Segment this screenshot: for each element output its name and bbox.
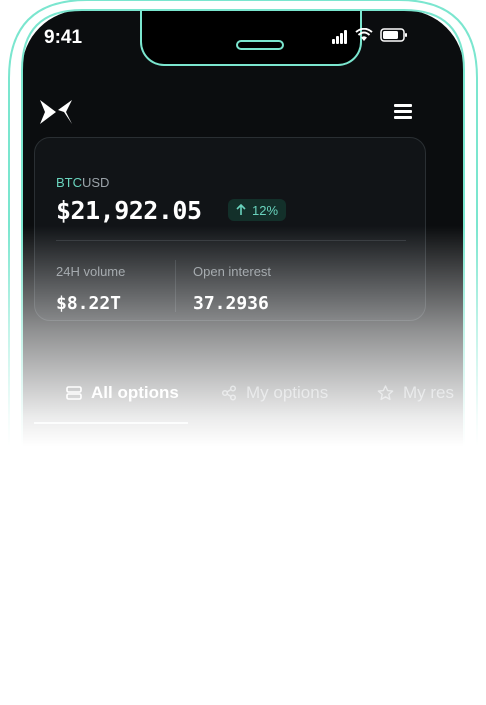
- signal-icon: [332, 30, 348, 44]
- stat-value: $8.22T: [56, 293, 122, 314]
- status-icons: [332, 26, 408, 48]
- stat-label: 24H volume: [56, 264, 126, 279]
- tab-label: All options: [91, 383, 179, 402]
- arrow-up-icon: [236, 204, 246, 215]
- list-icon: [66, 386, 82, 400]
- divider: [56, 240, 406, 241]
- pair-quote: USD: [82, 175, 110, 190]
- active-tab-underline: [34, 422, 188, 424]
- tab-my-res[interactable]: My res: [377, 383, 454, 403]
- trading-pair: BTCUSD: [56, 175, 109, 190]
- tab-label: My res: [403, 383, 454, 402]
- tab-all-options[interactable]: All options: [66, 383, 179, 403]
- pair-base: BTC: [56, 175, 82, 190]
- price-value: $21,922.05: [56, 196, 202, 225]
- divider: [175, 260, 176, 312]
- star-icon: [377, 385, 394, 401]
- status-time: 9:41: [44, 27, 83, 48]
- hamburger-menu-icon[interactable]: [394, 104, 412, 119]
- wifi-icon: [355, 27, 373, 47]
- stat-open-interest: Open interest 37.2936: [193, 264, 271, 314]
- change-badge: 12%: [228, 199, 287, 221]
- share-nodes-icon: [221, 385, 237, 401]
- battery-icon: [380, 27, 408, 47]
- change-value: 12%: [252, 202, 279, 218]
- stat-24h-volume: 24H volume $8.22T: [56, 264, 125, 314]
- arrow-x-logo-icon[interactable]: [38, 98, 74, 131]
- market-card: BTCUSD $21,922.05 12% 24H volume $8.22T …: [34, 137, 426, 321]
- tab-my-options[interactable]: My options: [221, 383, 328, 403]
- stat-value: 37.2936: [193, 293, 269, 314]
- stat-label: Open interest: [193, 264, 272, 279]
- tab-label: My options: [246, 383, 329, 402]
